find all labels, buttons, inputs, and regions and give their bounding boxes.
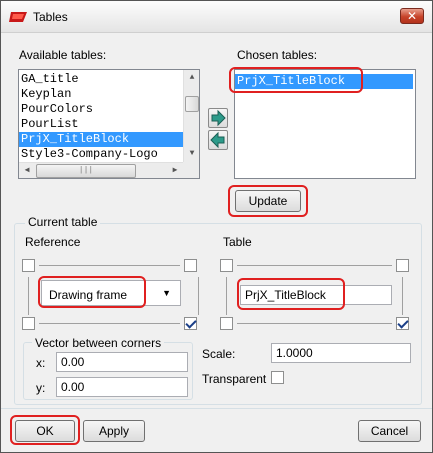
reference-bottom-right-checkbox[interactable] [184,317,197,330]
table-frame-bottom-line [237,323,392,324]
table-bottom-left-checkbox[interactable] [220,317,233,330]
arrow-right-icon [211,109,226,127]
list-item[interactable]: PourColors [19,102,199,117]
chosen-tables-label: Chosen tables: [237,48,318,62]
available-tables-list[interactable]: GA_title Keyplan PourColors PourList Prj… [18,69,200,179]
title-bar: Tables ✕ [1,1,432,33]
table-bottom-right-checkbox[interactable] [396,317,409,330]
list-item[interactable]: PourList [19,117,199,132]
reference-label: Reference [25,235,81,249]
list-item[interactable]: Keyplan [19,87,199,102]
window-title: Tables [33,10,68,24]
remove-table-button[interactable] [208,130,228,150]
close-button[interactable]: ✕ [400,8,424,24]
vertical-scrollbar[interactable]: ▲ ▼ [183,70,199,162]
scale-field[interactable]: 1.0000 [271,343,411,363]
cancel-button[interactable]: Cancel [358,420,421,442]
table-frame-right-line [402,277,403,315]
scroll-down-icon[interactable]: ▼ [184,146,199,162]
transparent-checkbox[interactable] [271,371,284,384]
list-item-selected[interactable]: PrjX_TitleBlock [19,132,199,147]
arrow-left-icon [210,131,225,149]
table-frame-left-line [226,277,227,315]
table-top-left-checkbox[interactable] [220,259,233,272]
reference-frame-top-line [39,265,180,266]
horizontal-scroll-thumb[interactable]: ||| [36,164,136,178]
reference-top-right-checkbox[interactable] [184,259,197,272]
scroll-left-icon[interactable]: ◀ [19,163,35,178]
vector-y-label: y: [36,381,46,395]
button-bar-divider [1,408,432,409]
reference-bottom-left-checkbox[interactable] [22,317,35,330]
chevron-down-icon: ▼ [162,288,171,298]
close-icon: ✕ [406,9,418,23]
vertical-scroll-thumb[interactable] [185,96,199,112]
vector-y-field[interactable]: 0.00 [56,377,188,397]
highlight-table-name-field [237,278,345,310]
highlight-update-button [228,185,308,217]
highlight-reference-dropdown [38,276,146,308]
table-top-right-checkbox[interactable] [396,259,409,272]
list-item[interactable]: GA_title [19,72,199,87]
table-label: Table [223,235,252,249]
list-item[interactable]: Style3-Company-Logo [19,147,199,162]
highlight-ok-button [10,415,80,445]
app-icon [9,12,27,22]
highlight-chosen-item [229,67,363,93]
horizontal-scrollbar[interactable]: ◀ ||| ▶ [19,162,183,178]
vector-title: Vector between corners [32,336,165,350]
tables-dialog: Tables ✕ Available tables: GA_title Keyp… [0,0,433,453]
add-table-button[interactable] [208,108,228,128]
scroll-right-icon[interactable]: ▶ [167,163,183,178]
available-tables-label: Available tables: [19,48,107,62]
current-table-title: Current table [25,215,101,229]
transparent-label: Transparent [202,372,267,386]
scroll-up-icon[interactable]: ▲ [184,70,199,86]
vector-x-field[interactable]: 0.00 [56,352,188,372]
scroll-corner [183,162,199,178]
reference-frame-right-line [198,277,199,315]
vector-x-label: x: [36,356,46,370]
reference-top-left-checkbox[interactable] [22,259,35,272]
reference-frame-left-line [28,277,29,315]
table-frame-top-line [237,265,392,266]
scale-label: Scale: [202,347,236,361]
apply-button[interactable]: Apply [83,420,145,442]
reference-frame-bottom-line [39,323,180,324]
